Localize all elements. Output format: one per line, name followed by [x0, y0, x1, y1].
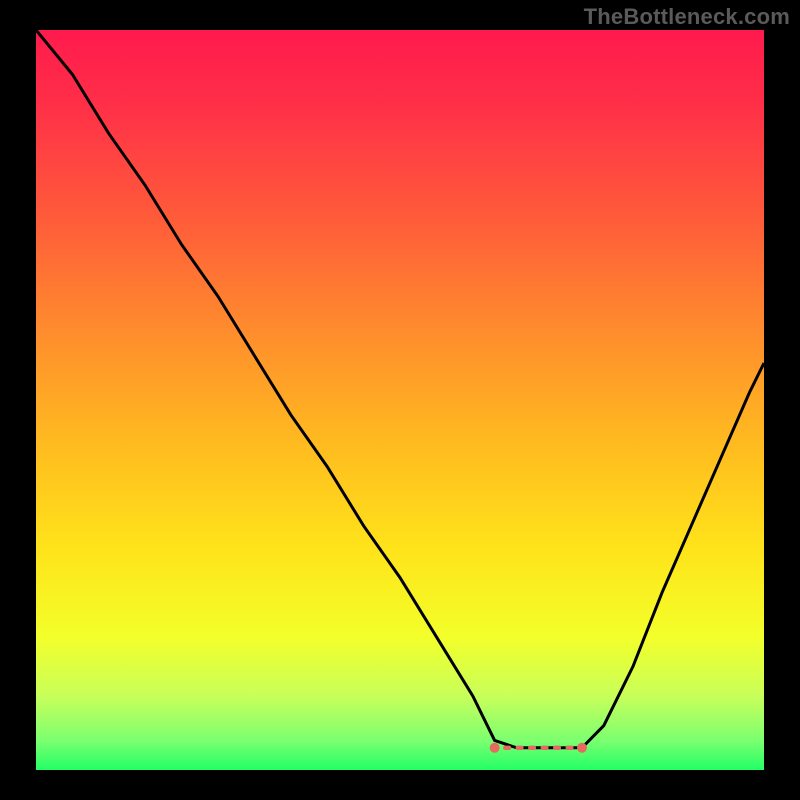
chart-frame: { "watermark": "TheBottleneck.com", "col… — [0, 0, 800, 800]
watermark-label: TheBottleneck.com — [584, 4, 790, 30]
gradient-background — [36, 30, 764, 770]
bottleneck-chart — [0, 0, 800, 800]
